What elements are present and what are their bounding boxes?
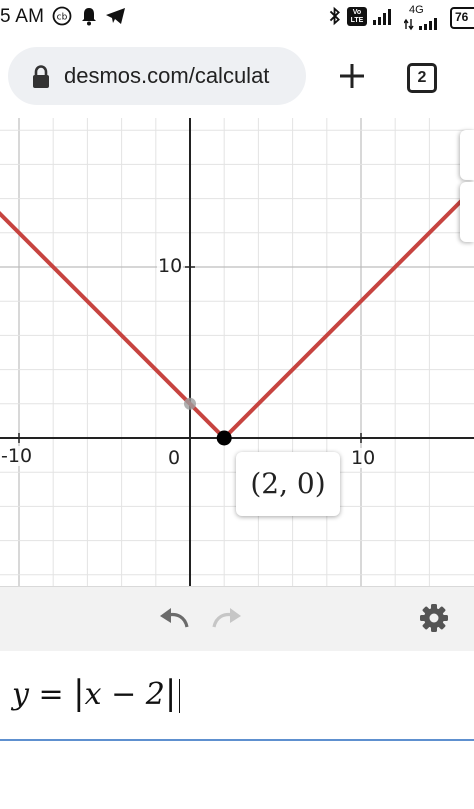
zoom-out-button[interactable] bbox=[460, 182, 474, 242]
vertex-point bbox=[216, 430, 232, 446]
expr-lhs: y bbox=[12, 677, 29, 712]
browser-toolbar: desmos.com/calculat 2 bbox=[0, 34, 474, 118]
graph-canvas[interactable]: -10 0 10 10 (2, 0) bbox=[0, 118, 474, 586]
y-intercept-point bbox=[184, 397, 196, 410]
x-tick-label-neg10: -10 bbox=[0, 445, 34, 467]
url-text[interactable]: desmos.com/calculat bbox=[64, 63, 302, 89]
curve-series-0 bbox=[0, 185, 474, 441]
expr-abs-open: | bbox=[73, 673, 85, 713]
status-bar: 5 AM cb Vo LTE 4G 76 bbox=[0, 0, 474, 34]
bluetooth-icon bbox=[329, 6, 340, 26]
expression-row[interactable]: y = |x − 2| bbox=[0, 651, 474, 741]
status-time: 5 AM bbox=[0, 6, 45, 27]
battery-icon: 76 bbox=[450, 7, 474, 29]
text-cursor bbox=[179, 679, 181, 713]
x-tick-label-10: 10 bbox=[350, 447, 377, 469]
signal-icon-2 bbox=[404, 18, 437, 31]
redo-icon[interactable] bbox=[210, 603, 244, 633]
y-tick-label-10: 10 bbox=[157, 255, 184, 277]
signal-icon-1 bbox=[373, 9, 391, 25]
expr-equals: = bbox=[28, 677, 74, 712]
undo-icon[interactable] bbox=[157, 603, 191, 633]
expression-input[interactable]: y = |x − 2| bbox=[12, 673, 181, 713]
volte-badge: Vo LTE bbox=[347, 7, 367, 26]
bell-icon bbox=[82, 8, 96, 26]
expr-abs-close: | bbox=[164, 673, 177, 713]
x-tick-label-0: 0 bbox=[167, 447, 182, 469]
tab-switcher-button[interactable]: 2 bbox=[407, 63, 437, 93]
telegram-icon bbox=[106, 8, 125, 24]
expression-toolbar bbox=[0, 586, 474, 652]
expr-body: x − 2 bbox=[84, 677, 165, 712]
cb-app-icon: cb bbox=[52, 6, 72, 26]
lock-icon bbox=[33, 65, 49, 88]
volte-label: Vo LTE bbox=[350, 9, 364, 24]
new-tab-button[interactable] bbox=[332, 56, 372, 96]
graph-svg[interactable] bbox=[0, 118, 474, 586]
gear-icon[interactable] bbox=[418, 602, 450, 634]
svg-text:cb: cb bbox=[57, 13, 68, 23]
zoom-in-button[interactable] bbox=[460, 130, 474, 180]
expression-list-empty[interactable] bbox=[0, 741, 474, 809]
point-coordinate-label[interactable]: (2, 0) bbox=[236, 452, 340, 516]
battery-level: 76 bbox=[455, 10, 469, 24]
address-bar[interactable]: desmos.com/calculat bbox=[8, 47, 306, 105]
